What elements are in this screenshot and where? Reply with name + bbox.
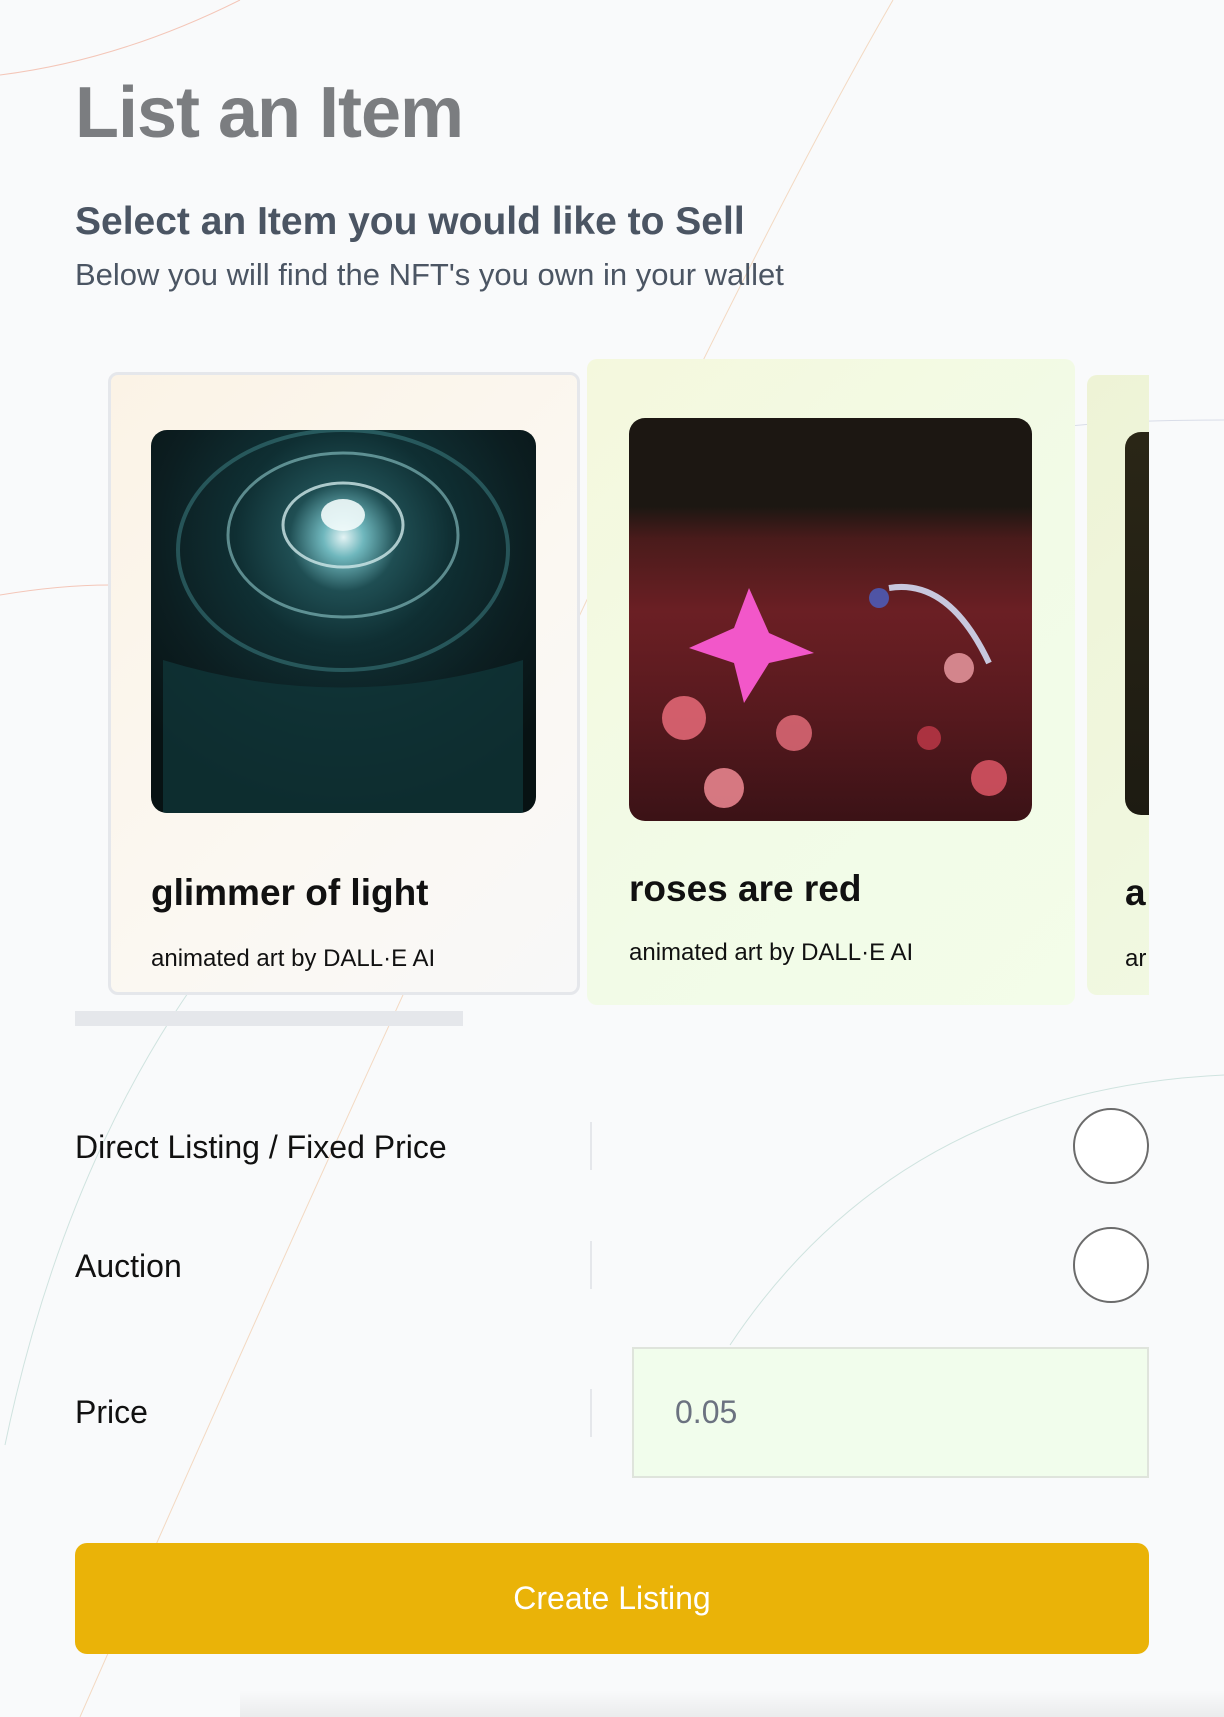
nft-image [1125, 432, 1149, 815]
bottom-shadow [240, 1690, 1224, 1717]
row-divider [590, 1389, 592, 1437]
nft-image [629, 418, 1032, 821]
nft-card[interactable]: roses are red animated art by DALL·E AI [587, 359, 1075, 1005]
row-divider [590, 1122, 592, 1170]
page-title: List an Item [75, 73, 464, 153]
nft-artwork [662, 584, 1007, 808]
direct-listing-radio[interactable] [1073, 1108, 1149, 1184]
auction-label: Auction [75, 1248, 182, 1284]
direct-listing-row: Direct Listing / Fixed Price [75, 1108, 1149, 1186]
auction-row: Auction [75, 1227, 1149, 1305]
section-heading: Select an Item you would like to Sell [75, 200, 745, 243]
nft-card[interactable]: a ar [1087, 375, 1149, 995]
price-row: Price [75, 1347, 1149, 1478]
nft-description: animated art by DALL·E AI [151, 945, 436, 972]
nft-description: animated art by DALL·E AI [629, 939, 914, 966]
direct-listing-label: Direct Listing / Fixed Price [75, 1129, 447, 1165]
nft-name: roses are red [629, 868, 862, 909]
carousel-scrollbar[interactable] [75, 1011, 463, 1026]
nft-artwork [163, 430, 523, 813]
nft-description: ar [1125, 945, 1147, 972]
price-input[interactable] [632, 1347, 1149, 1478]
nft-name: a [1125, 872, 1146, 913]
section-subtitle: Below you will find the NFT's you own in… [75, 257, 784, 292]
auction-radio[interactable] [1073, 1227, 1149, 1303]
nft-image [151, 430, 536, 813]
row-divider [590, 1241, 592, 1289]
create-listing-button[interactable]: Create Listing [75, 1543, 1149, 1654]
price-label: Price [75, 1394, 148, 1430]
nft-carousel[interactable]: glimmer of light animated art by DALL·E … [75, 355, 1149, 1015]
nft-card[interactable]: glimmer of light animated art by DALL·E … [108, 372, 580, 995]
nft-name: glimmer of light [151, 872, 429, 913]
